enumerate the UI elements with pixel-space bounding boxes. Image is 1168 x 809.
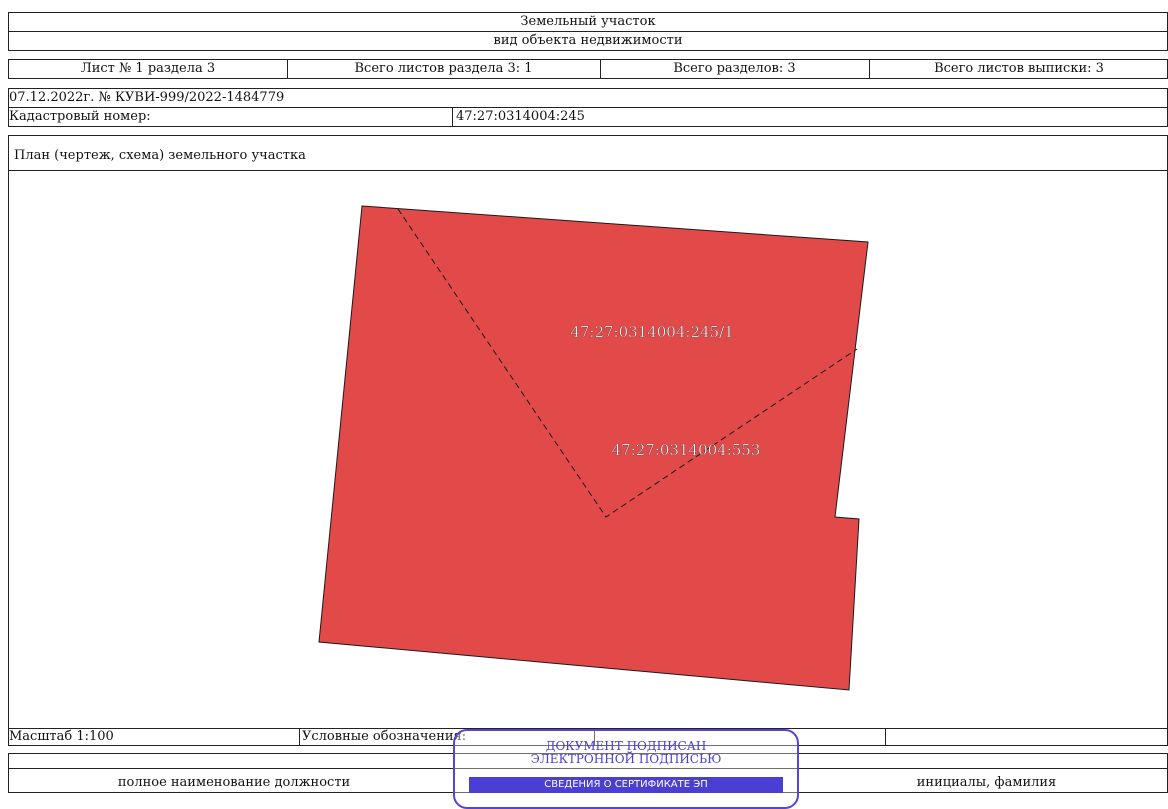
- object-type-caption: вид объекта недвижимости: [493, 33, 683, 48]
- divider: [299, 729, 300, 745]
- cadastral-number: 47:27:0314004:245: [456, 109, 585, 124]
- part-label: 47:27:0314004:245/1: [570, 323, 733, 341]
- object-type-row: Земельный участок: [8, 12, 1168, 32]
- divider: [885, 729, 886, 745]
- e-signature-stamp: ДОКУМЕНТ ПОДПИСАН ЭЛЕКТРОННОЙ ПОДПИСЬЮ С…: [453, 729, 799, 809]
- stamp-certificate-bar: СВЕДЕНИЯ О СЕРТИФИКАТЕ ЭП: [469, 777, 783, 793]
- sheet-number: Лист № 1 раздела 3: [80, 61, 216, 76]
- land-plot-polygon: [318, 205, 869, 691]
- extract-sheets-count: Всего листов выписки: 3: [934, 61, 1104, 76]
- scale-text: Масштаб 1:100: [9, 729, 114, 744]
- land-plot-drawing: 47:27:0314004:245/1 47:27:0314004:553: [318, 205, 869, 691]
- record-block: 07.12.2022г. № КУВИ-999/2022-1484779 Кад…: [8, 88, 1168, 127]
- divider: [452, 107, 453, 126]
- plan-title: План (чертеж, схема) земельного участка: [14, 148, 306, 163]
- extract-date-number: 07.12.2022г. № КУВИ-999/2022-1484779: [9, 90, 285, 105]
- building-label: 47:27:0314004:553: [612, 441, 761, 459]
- extract-sheet: Земельный участок вид объекта недвижимос…: [0, 0, 1168, 809]
- section-sheets-count: Всего листов раздела 3: 1: [354, 61, 533, 76]
- legend-label: Условные обозначения:: [302, 729, 467, 744]
- sheet-info-row: Лист № 1 раздела 3 Всего листов раздела …: [8, 59, 1168, 79]
- object-type-title: Земельный участок: [520, 14, 656, 29]
- cadastral-label: Кадастровый номер:: [9, 109, 151, 124]
- divider: [9, 107, 1167, 108]
- object-caption-row: вид объекта недвижимости: [8, 31, 1168, 51]
- stamp-title-line2: ЭЛЕКТРОННОЙ ПОДПИСЬЮ: [530, 752, 722, 766]
- sections-count: Всего разделов: 3: [673, 61, 796, 76]
